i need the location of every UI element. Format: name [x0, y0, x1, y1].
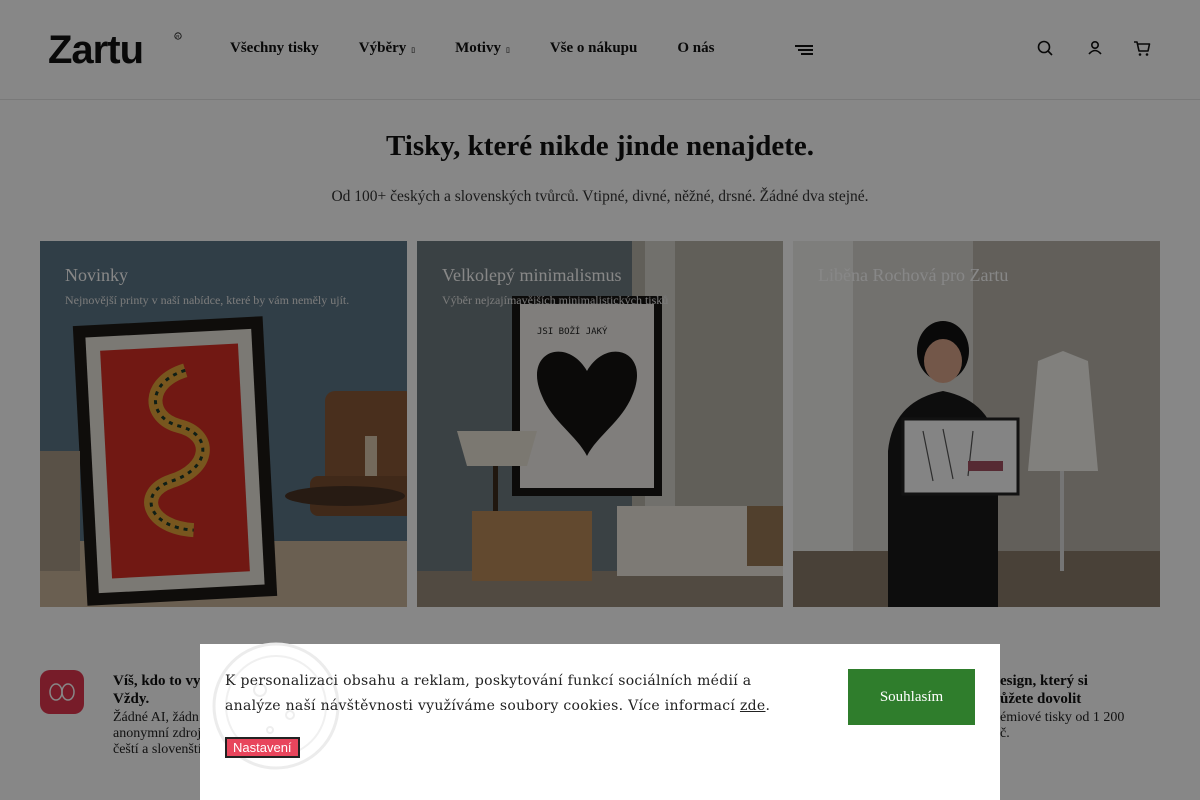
- accept-cookies-button[interactable]: Souhlasím: [848, 669, 975, 725]
- nav-about[interactable]: O nás: [677, 40, 714, 57]
- collection-card-news[interactable]: Novinky Nejnovější printy v naší nabídce…: [40, 241, 407, 607]
- search-icon[interactable]: [1035, 38, 1055, 58]
- shopping-cart-icon[interactable]: [1132, 38, 1152, 58]
- svg-text:R: R: [176, 34, 180, 39]
- hero-title: Tisky, které nikde jinde nenajdete.: [385, 130, 815, 162]
- nav-label: Všechny tisky: [230, 40, 319, 56]
- hamburger-menu-icon[interactable]: [795, 42, 813, 56]
- feature-title: ůžete dovolit: [1000, 691, 1082, 707]
- cookie-text: K personalizaci obsahu a reklam, poskyto…: [225, 673, 752, 714]
- card-title: Velkolepý minimalismus: [442, 265, 622, 285]
- nav-motifs[interactable]: Motivy ▯: [455, 40, 510, 57]
- cookie-more-info-link[interactable]: zde: [740, 698, 766, 714]
- collection-card-minimalism[interactable]: JSI BOŽÍ JAKÝ Velkolepý minimalismus Výb…: [417, 241, 783, 607]
- feature-title: esign, který si: [1000, 673, 1088, 689]
- site-header: Zartu R Všechny tisky Výběry ▯ Motivy ▯ Vš…: [0, 0, 1200, 100]
- user-account-icon[interactable]: [1085, 38, 1105, 58]
- collection-card-libena-rochova[interactable]: Liběna Rochová pro Zartu: [793, 241, 1160, 607]
- feature-text: č.: [1000, 726, 1010, 741]
- zartu-logo[interactable]: Zartu R: [48, 28, 184, 68]
- svg-text:JSI BOŽÍ JAKÝ: JSI BOŽÍ JAKÝ: [537, 325, 608, 337]
- artists-feature-icon: [40, 670, 84, 714]
- card-title: Liběna Rochová pro Zartu: [818, 265, 1009, 285]
- feature-text: émiové tisky od 1 200: [1000, 710, 1125, 725]
- card-description: Výběr nejzajímavějších minimalistických …: [442, 293, 669, 307]
- feature-text: čeští a slovenští: [113, 742, 202, 757]
- card-title: Novinky: [65, 265, 128, 285]
- card-image: [793, 241, 1160, 607]
- nav-shopping-info[interactable]: Vše o nákupu: [550, 40, 638, 57]
- cookie-message: K personalizaci obsahu a reklam, poskyto…: [225, 673, 771, 714]
- hero-subtitle: Od 100+ českých a slovenských tvůrců. Vt…: [331, 188, 869, 205]
- nav-selections[interactable]: Výběry ▯: [359, 40, 415, 57]
- nav-label: Výběry: [358, 40, 407, 56]
- feature-text: Žádné AI, žádn: [113, 710, 199, 725]
- feature-title: Víš, kdo to vy: [113, 673, 201, 689]
- nav-all-prints[interactable]: Všechny tisky: [230, 40, 319, 57]
- nav-label: Vše o nákupu: [549, 40, 638, 56]
- feature-text: anonymní zdroj: [113, 726, 202, 741]
- cookie-settings-button[interactable]: Nastavení: [225, 737, 300, 758]
- chevron-down-icon: ▯: [505, 45, 510, 54]
- nav-label: O nás: [677, 40, 715, 56]
- nav-label: Motivy: [455, 40, 501, 56]
- card-description: Nejnovější printy v naší nabídce, které …: [65, 293, 350, 307]
- feature-title: Vždy.: [113, 691, 150, 707]
- main-nav: Všechny tisky Výběry ▯ Motivy ▯ Vše o náku…: [230, 40, 754, 57]
- chevron-down-icon: ▯: [411, 45, 416, 54]
- cookie-consent-banner: K personalizaci obsahu a reklam, poskyto…: [200, 642, 1000, 800]
- svg-text:Zartu: Zartu: [48, 28, 143, 68]
